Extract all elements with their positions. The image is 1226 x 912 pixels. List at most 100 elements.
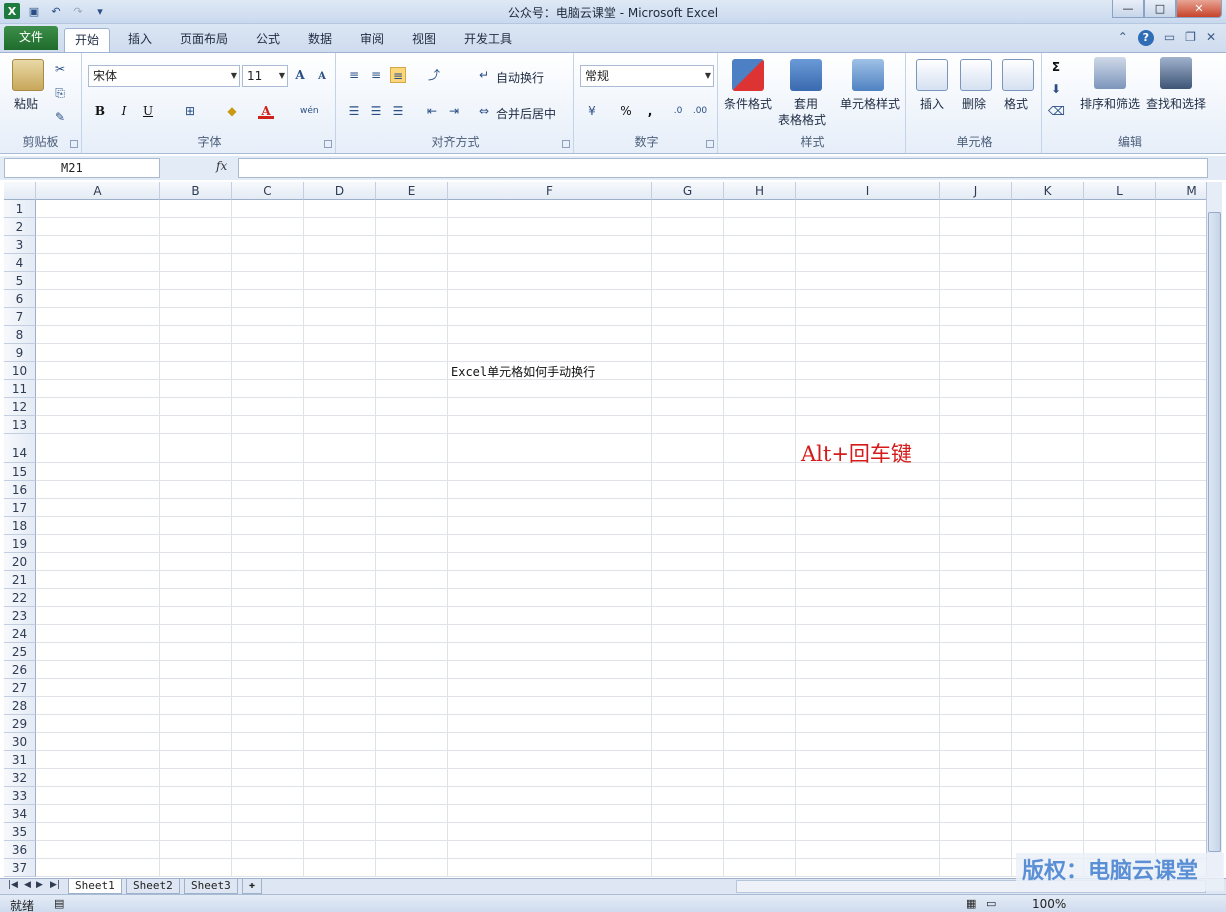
- collapse-ribbon-icon[interactable]: ⌃: [1118, 30, 1128, 46]
- wrap-text-icon[interactable]: ↵: [476, 67, 492, 83]
- sheet-tab-2[interactable]: Sheet2: [126, 879, 180, 894]
- row-header-2[interactable]: 2: [4, 218, 36, 236]
- row-header-11[interactable]: 11: [4, 380, 36, 398]
- row-header-31[interactable]: 31: [4, 751, 36, 769]
- row-header-9[interactable]: 9: [4, 344, 36, 362]
- close-workbook-icon[interactable]: ✕: [1206, 30, 1216, 46]
- cell-styles-button[interactable]: 单元格样式: [840, 95, 900, 112]
- delete-cells-button[interactable]: 删除: [962, 95, 986, 112]
- column-header-F[interactable]: F: [448, 182, 652, 200]
- align-middle-icon[interactable]: ≡: [368, 67, 384, 83]
- normal-view-icon[interactable]: ▦: [966, 897, 976, 910]
- insert-cells-button[interactable]: 插入: [920, 95, 944, 112]
- next-sheet-icon[interactable]: ▶: [36, 880, 43, 890]
- tab-review[interactable]: 审阅: [350, 28, 394, 52]
- row-header-14[interactable]: 14: [4, 434, 36, 463]
- number-launcher-icon[interactable]: [706, 140, 714, 148]
- column-header-G[interactable]: G: [652, 182, 724, 200]
- formula-input[interactable]: [238, 158, 1208, 178]
- font-launcher-icon[interactable]: [324, 140, 332, 148]
- row-header-22[interactable]: 22: [4, 589, 36, 607]
- row-header-13[interactable]: 13: [4, 416, 36, 434]
- phonetic-guide-button[interactable]: wén: [300, 103, 319, 119]
- row-header-35[interactable]: 35: [4, 823, 36, 841]
- decrease-decimal-icon[interactable]: .00: [692, 103, 708, 119]
- conditional-format-button[interactable]: 条件格式: [724, 95, 772, 112]
- underline-button[interactable]: U: [140, 103, 156, 119]
- close-button[interactable]: ✕: [1176, 0, 1222, 18]
- copy-icon[interactable]: ⎘: [52, 85, 68, 101]
- maximize-button[interactable]: □: [1144, 0, 1176, 18]
- format-cells-icon[interactable]: [1002, 59, 1034, 91]
- format-cells-button[interactable]: 格式: [1004, 95, 1028, 112]
- macro-record-icon[interactable]: ▤: [54, 897, 64, 910]
- sheet-tab-1[interactable]: Sheet1: [68, 879, 122, 894]
- row-header-28[interactable]: 28: [4, 697, 36, 715]
- row-header-34[interactable]: 34: [4, 805, 36, 823]
- find-select-button[interactable]: 查找和选择: [1146, 95, 1206, 112]
- cell-styles-icon[interactable]: [852, 59, 884, 91]
- column-header-C[interactable]: C: [232, 182, 304, 200]
- column-header-H[interactable]: H: [724, 182, 796, 200]
- last-sheet-icon[interactable]: ▶|: [50, 880, 60, 890]
- cell-F10[interactable]: Excel单元格如何手动换行: [451, 363, 595, 380]
- tab-view[interactable]: 视图: [402, 28, 446, 52]
- tab-formulas[interactable]: 公式: [246, 28, 290, 52]
- font-name-select[interactable]: 宋体 ▼: [88, 65, 240, 87]
- percent-button[interactable]: %: [618, 103, 634, 119]
- row-header-3[interactable]: 3: [4, 236, 36, 254]
- column-header-D[interactable]: D: [304, 182, 376, 200]
- row-header-29[interactable]: 29: [4, 715, 36, 733]
- autosum-button[interactable]: Σ: [1048, 59, 1064, 75]
- grow-font-button[interactable]: A: [292, 67, 308, 83]
- first-sheet-icon[interactable]: |◀: [8, 880, 18, 890]
- alignment-launcher-icon[interactable]: [562, 140, 570, 148]
- delete-cells-icon[interactable]: [960, 59, 992, 91]
- help-icon[interactable]: ?: [1137, 30, 1154, 46]
- paste-icon[interactable]: [12, 59, 44, 91]
- minimize-button[interactable]: —: [1112, 0, 1144, 18]
- align-bottom-icon[interactable]: ≡: [390, 67, 406, 83]
- align-left-icon[interactable]: ☰: [346, 103, 362, 119]
- italic-button[interactable]: I: [116, 103, 132, 119]
- orientation-icon[interactable]: ⤴: [426, 67, 442, 83]
- sort-filter-icon[interactable]: [1094, 57, 1126, 89]
- shrink-font-button[interactable]: A: [314, 69, 330, 85]
- align-center-icon[interactable]: ☰: [368, 103, 384, 119]
- tab-data[interactable]: 数据: [298, 28, 342, 52]
- row-header-32[interactable]: 32: [4, 769, 36, 787]
- column-header-B[interactable]: B: [160, 182, 232, 200]
- comma-button[interactable]: ,: [642, 103, 658, 119]
- row-header-21[interactable]: 21: [4, 571, 36, 589]
- column-header-L[interactable]: L: [1084, 182, 1156, 200]
- select-all-corner[interactable]: [4, 182, 36, 200]
- column-header-J[interactable]: J: [940, 182, 1012, 200]
- row-header-6[interactable]: 6: [4, 290, 36, 308]
- row-header-19[interactable]: 19: [4, 535, 36, 553]
- row-header-27[interactable]: 27: [4, 679, 36, 697]
- number-format-select[interactable]: 常规 ▼: [580, 65, 714, 87]
- insert-function-button[interactable]: fx: [216, 159, 227, 173]
- restore-workbook-icon[interactable]: ❐: [1185, 30, 1196, 46]
- increase-indent-icon[interactable]: ⇥: [446, 103, 462, 119]
- row-header-15[interactable]: 15: [4, 463, 36, 481]
- conditional-format-icon[interactable]: [732, 59, 764, 91]
- format-painter-icon[interactable]: ✎: [52, 109, 68, 125]
- clipboard-launcher-icon[interactable]: [70, 140, 78, 148]
- row-header-5[interactable]: 5: [4, 272, 36, 290]
- align-top-icon[interactable]: ≡: [346, 67, 362, 83]
- clear-icon[interactable]: ⌫: [1048, 103, 1065, 119]
- paste-button[interactable]: 粘贴: [14, 95, 38, 112]
- tab-insert[interactable]: 插入: [118, 28, 162, 52]
- cut-icon[interactable]: ✂: [52, 61, 68, 77]
- column-header-K[interactable]: K: [1012, 182, 1084, 200]
- bold-button[interactable]: B: [92, 103, 108, 119]
- row-header-33[interactable]: 33: [4, 787, 36, 805]
- tab-developer[interactable]: 开发工具: [454, 28, 522, 52]
- fill-icon[interactable]: ⬇: [1048, 81, 1064, 97]
- increase-decimal-icon[interactable]: .0: [670, 103, 686, 119]
- page-layout-view-icon[interactable]: ▭: [986, 897, 996, 910]
- find-select-icon[interactable]: [1160, 57, 1192, 89]
- tab-file[interactable]: 文件: [4, 26, 58, 50]
- name-box[interactable]: M21: [4, 158, 160, 178]
